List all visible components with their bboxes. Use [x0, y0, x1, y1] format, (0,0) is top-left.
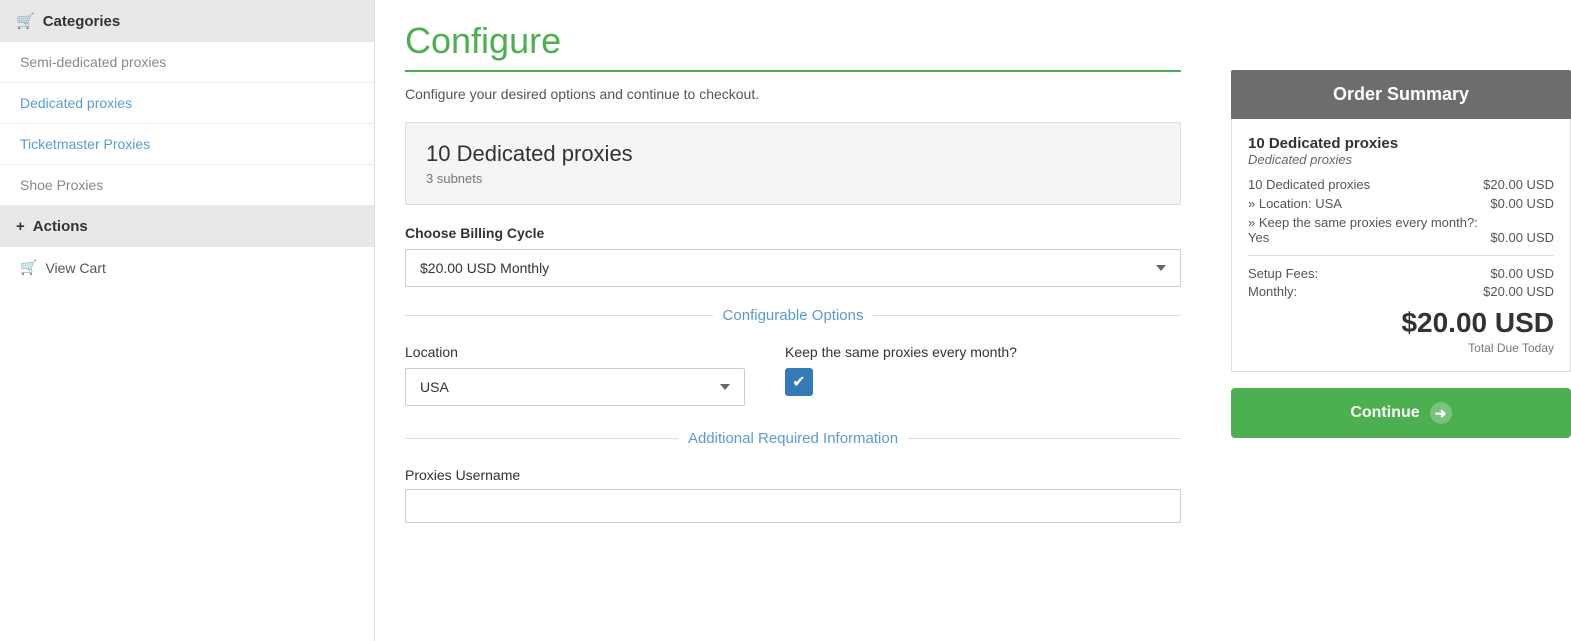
product-box: 10 Dedicated proxies 3 subnets — [405, 122, 1181, 205]
billing-label: Choose Billing Cycle — [405, 225, 1181, 241]
os-setup-fees: Setup Fees: $0.00 USD — [1248, 266, 1554, 281]
config-row: Location USA Keep the same proxies every… — [405, 344, 1181, 406]
divider-right — [873, 315, 1181, 316]
os-setup-value: $0.00 USD — [1490, 266, 1554, 281]
os-line-3-price: $0.00 USD — [1490, 230, 1554, 245]
sidebar-item-label: Shoe Proxies — [20, 177, 103, 193]
plus-icon: + — [16, 218, 25, 235]
additional-info-label: Additional Required Information — [688, 430, 898, 447]
keep-same-group: Keep the same proxies every month? ✔ — [785, 344, 1017, 396]
os-total-due-label: Total Due Today — [1248, 341, 1554, 355]
sidebar-item-label: Semi-dedicated proxies — [20, 54, 166, 70]
categories-label: Categories — [43, 13, 121, 30]
location-group: Location USA — [405, 344, 745, 406]
os-line-2-label: » Location: USA — [1248, 196, 1342, 211]
os-monthly-label: Monthly: — [1248, 284, 1297, 299]
os-line-1-label: 10 Dedicated proxies — [1248, 177, 1370, 192]
right-panel: Order Summary 10 Dedicated proxies Dedic… — [1211, 0, 1571, 641]
sidebar-item-dedicated[interactable]: Dedicated proxies — [0, 83, 374, 124]
sidebar-item-label: Ticketmaster Proxies — [20, 136, 150, 152]
arrow-right-icon: ➜ — [1430, 402, 1452, 424]
main-content: Configure Configure your desired options… — [375, 0, 1211, 641]
additional-info-divider: Additional Required Information — [405, 430, 1181, 447]
os-total: $20.00 USD — [1248, 307, 1554, 339]
actions-label: Actions — [33, 218, 88, 235]
os-monthly: Monthly: $20.00 USD — [1248, 284, 1554, 299]
os-line-1: 10 Dedicated proxies $20.00 USD — [1248, 177, 1554, 192]
cart-icon: 🛒 — [20, 259, 37, 276]
os-line-1-value: $20.00 USD — [1483, 177, 1554, 192]
os-divider — [1248, 255, 1554, 256]
configurable-options-divider: Configurable Options — [405, 307, 1181, 324]
proxies-username-input[interactable] — [405, 489, 1181, 523]
sidebar-item-semi-dedicated[interactable]: Semi-dedicated proxies — [0, 42, 374, 83]
os-line-3: » Keep the same proxies every month?: Ye… — [1248, 215, 1554, 245]
page-subtitle: Configure your desired options and conti… — [405, 86, 1181, 102]
divider-right — [908, 438, 1181, 439]
sidebar: 🛒 Categories Semi-dedicated proxies Dedi… — [0, 0, 375, 641]
page-title: Configure — [405, 20, 1181, 72]
continue-button[interactable]: Continue ➜ — [1231, 388, 1571, 438]
sidebar-item-ticketmaster[interactable]: Ticketmaster Proxies — [0, 124, 374, 165]
billing-cycle-select[interactable]: $20.00 USD Monthly — [405, 249, 1181, 287]
os-line-2-value: $0.00 USD — [1490, 196, 1554, 211]
sidebar-item-label: Dedicated proxies — [20, 95, 132, 111]
product-name: 10 Dedicated proxies — [426, 141, 1160, 167]
os-setup-label: Setup Fees: — [1248, 266, 1318, 281]
configurable-options-label: Configurable Options — [723, 307, 864, 324]
order-summary-header: Order Summary — [1231, 70, 1571, 119]
os-product-name: 10 Dedicated proxies — [1248, 135, 1554, 152]
os-product-sub: Dedicated proxies — [1248, 152, 1554, 167]
order-summary: Order Summary 10 Dedicated proxies Dedic… — [1231, 70, 1571, 458]
cart-icon: 🛒 — [16, 12, 35, 30]
os-line-3-value: Yes — [1248, 230, 1269, 245]
view-cart-item[interactable]: 🛒 View Cart — [0, 247, 374, 288]
divider-left — [405, 315, 713, 316]
location-select[interactable]: USA — [405, 368, 745, 406]
divider-left — [405, 438, 678, 439]
proxies-username-label: Proxies Username — [405, 467, 1181, 483]
os-line-2: » Location: USA $0.00 USD — [1248, 196, 1554, 211]
os-monthly-value: $20.00 USD — [1483, 284, 1554, 299]
keep-same-label: Keep the same proxies every month? — [785, 344, 1017, 360]
keep-same-checkbox-group: ✔ — [785, 368, 1017, 396]
actions-header: + Actions — [0, 206, 374, 247]
os-line-3-label: » Keep the same proxies every month?: — [1248, 215, 1478, 230]
product-sub: 3 subnets — [426, 171, 1160, 186]
continue-label: Continue — [1350, 404, 1419, 422]
sidebar-item-shoe[interactable]: Shoe Proxies — [0, 165, 374, 206]
keep-same-checkbox[interactable]: ✔ — [785, 368, 813, 396]
checkmark-icon: ✔ — [792, 372, 805, 392]
location-label: Location — [405, 344, 745, 360]
order-summary-body: 10 Dedicated proxies Dedicated proxies 1… — [1231, 119, 1571, 372]
view-cart-label: View Cart — [45, 260, 105, 276]
categories-header: 🛒 Categories — [0, 0, 374, 42]
